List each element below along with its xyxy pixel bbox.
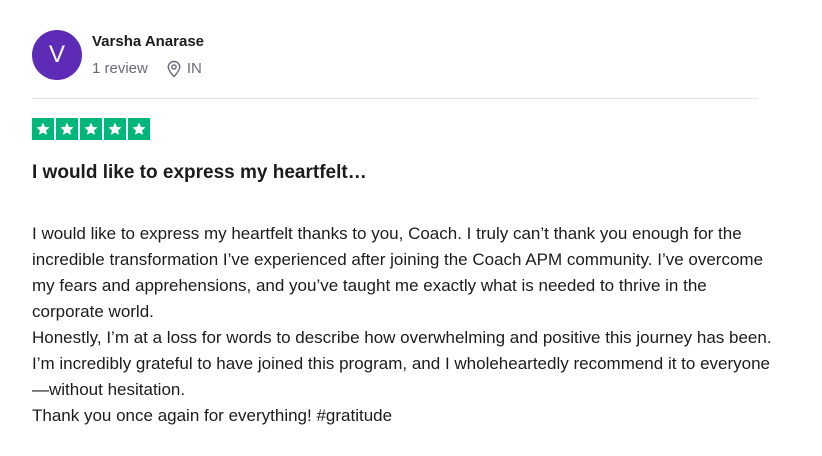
reviewer-submeta: 1 review IN — [92, 60, 204, 78]
star-icon — [32, 118, 54, 140]
review-body: I would like to express my heartfelt tha… — [32, 221, 772, 429]
avatar[interactable]: V — [32, 30, 82, 80]
review-paragraph: Thank you once again for everything! #gr… — [32, 406, 393, 425]
review-title[interactable]: I would like to express my heartfelt… — [32, 160, 367, 186]
reviewer-info: V Varsha Anarase 1 review IN — [32, 30, 204, 80]
star-icon — [56, 118, 78, 140]
star-icon — [80, 118, 102, 140]
star-rating — [32, 118, 152, 140]
divider — [32, 98, 758, 99]
review-count: 1 review — [92, 60, 148, 77]
avatar-initial: V — [48, 41, 65, 68]
star-icon — [128, 118, 150, 140]
reviewer-meta: Varsha Anarase 1 review IN — [92, 30, 204, 78]
reviewer-name[interactable]: Varsha Anarase — [92, 33, 204, 51]
star-icon — [104, 118, 126, 140]
review-paragraph: Honestly, I’m at a loss for words to des… — [32, 328, 772, 399]
location-pin-icon — [166, 60, 182, 78]
review-paragraph: I would like to express my heartfelt tha… — [32, 224, 764, 321]
reviewer-location: IN — [166, 60, 202, 78]
reviewer-country: IN — [186, 60, 202, 77]
